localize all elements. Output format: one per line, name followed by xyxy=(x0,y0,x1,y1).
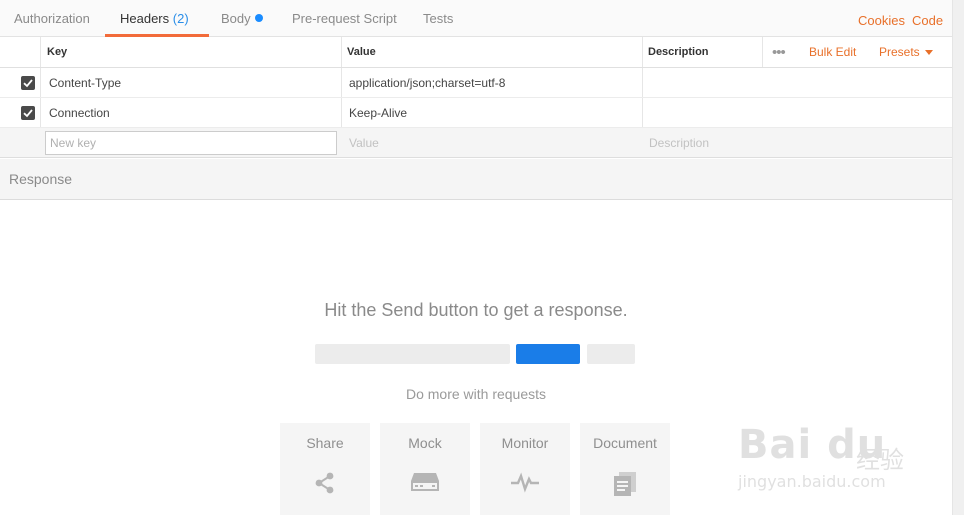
header-enabled-checkbox[interactable] xyxy=(21,106,35,120)
response-title: Response xyxy=(9,171,73,187)
column-divider xyxy=(341,37,342,67)
card-label: Mock xyxy=(408,435,442,451)
header-value-cell[interactable]: Keep-Alive xyxy=(349,98,407,127)
monitor-pulse-icon xyxy=(480,471,570,493)
card-label: Share xyxy=(306,435,344,451)
mock-server-icon xyxy=(380,471,470,493)
tab-body[interactable]: Body xyxy=(221,0,263,37)
monitor-card[interactable]: Monitor xyxy=(480,423,570,515)
caret-down-icon xyxy=(924,50,933,55)
bulk-edit-button[interactable]: Bulk Edit xyxy=(809,37,856,68)
presets-label: Presets xyxy=(879,45,920,59)
headers-table: Key Value Description ••• Bulk Edit Pres… xyxy=(0,37,952,158)
body-modified-dot-icon xyxy=(254,14,263,22)
column-header-value: Value xyxy=(347,46,376,58)
checkmark-icon xyxy=(23,109,33,118)
tab-tests[interactable]: Tests xyxy=(423,0,453,37)
do-more-heading: Do more with requests xyxy=(405,386,547,402)
tab-headers[interactable]: Headers (2) xyxy=(105,0,209,37)
new-key-input[interactable]: New key xyxy=(45,131,337,155)
new-value-input[interactable]: Value xyxy=(349,128,379,157)
document-card[interactable]: Document xyxy=(580,423,670,515)
cookies-link[interactable]: Cookies xyxy=(858,0,905,37)
baidu-jingyan-watermark: Bai du 经验 jingyan.baidu.com xyxy=(738,412,928,502)
column-divider xyxy=(341,68,342,97)
request-tabs-bar: Authorization Headers (2) Body Pre-reque… xyxy=(0,0,952,37)
column-divider xyxy=(762,37,763,67)
code-link[interactable]: Code xyxy=(912,0,943,37)
send-button-illustration xyxy=(516,344,580,364)
empty-response-message: Hit the Send button to get a response. xyxy=(324,300,628,320)
new-description-input[interactable]: Description xyxy=(649,128,709,157)
header-row: Content-Type application/json;charset=ut… xyxy=(0,68,952,98)
column-divider xyxy=(642,98,643,127)
share-card[interactable]: Share xyxy=(280,423,370,515)
more-dots-icon[interactable]: ••• xyxy=(772,37,786,68)
presets-dropdown[interactable]: Presets xyxy=(879,37,933,68)
column-divider xyxy=(40,98,41,127)
url-placeholder-bar xyxy=(315,344,510,364)
column-divider xyxy=(40,37,41,67)
column-divider xyxy=(642,68,643,97)
new-header-row: New key Value Description xyxy=(0,128,952,158)
document-icon xyxy=(580,471,670,497)
watermark-cn: 经验 xyxy=(856,446,904,474)
card-label: Monitor xyxy=(501,435,549,451)
header-key-cell[interactable]: Connection xyxy=(49,98,110,127)
header-row: Connection Keep-Alive xyxy=(0,98,952,128)
save-placeholder-bar xyxy=(587,344,635,364)
mock-card[interactable]: Mock xyxy=(380,423,470,515)
tab-pre-request-script[interactable]: Pre-request Script xyxy=(292,0,397,37)
share-icon xyxy=(280,471,370,495)
response-header-bar: Response xyxy=(0,159,952,200)
column-divider xyxy=(341,98,342,127)
card-label: Document xyxy=(593,435,657,451)
column-divider xyxy=(642,37,643,67)
tab-label: Body xyxy=(221,11,251,26)
header-enabled-checkbox[interactable] xyxy=(21,76,35,90)
tab-label: Pre-request Script xyxy=(292,11,397,26)
header-value-cell[interactable]: application/json;charset=utf-8 xyxy=(349,68,505,97)
tab-authorization[interactable]: Authorization xyxy=(14,0,90,37)
tab-label: Tests xyxy=(423,11,454,26)
checkmark-icon xyxy=(23,79,33,88)
column-header-description: Description xyxy=(648,46,709,58)
tab-label: Headers xyxy=(120,11,170,26)
column-header-key: Key xyxy=(47,46,68,58)
header-key-cell[interactable]: Content-Type xyxy=(49,68,121,97)
tab-label: Authorization xyxy=(14,11,90,26)
headers-count-badge: (2) xyxy=(172,11,189,26)
scrollbar[interactable] xyxy=(952,0,964,515)
watermark-url: jingyan.baidu.com xyxy=(738,472,886,491)
column-divider xyxy=(40,68,41,97)
headers-table-header: Key Value Description ••• Bulk Edit Pres… xyxy=(0,37,952,68)
